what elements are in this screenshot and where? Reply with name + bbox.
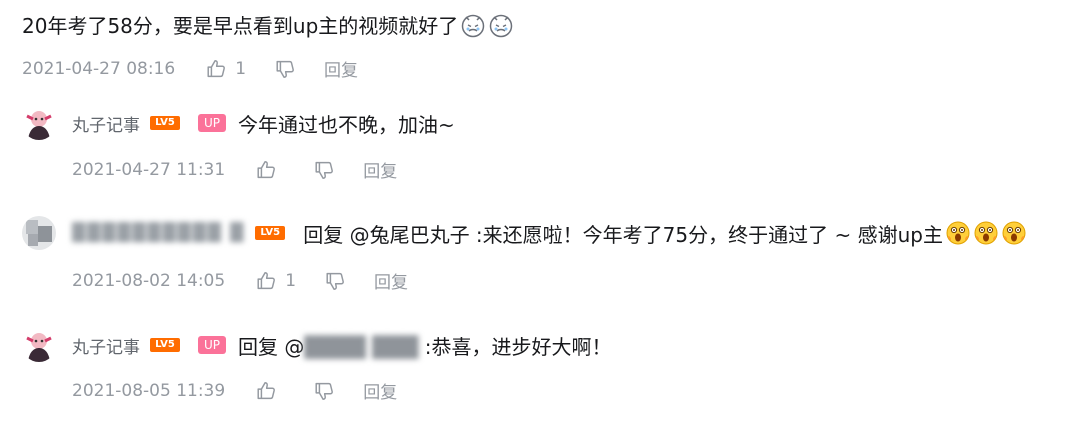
comment-time: 2021-04-27 08:16	[22, 58, 176, 79]
reply-time: 2021-04-27 11:31	[72, 159, 226, 180]
thumb-down-icon	[274, 58, 296, 80]
reply-item: 丸子记事 LV5 UP 今年通过也不晚，加油~	[22, 106, 455, 140]
dislike-button[interactable]	[313, 159, 335, 181]
reply-button[interactable]: 回复	[374, 268, 408, 293]
reply-text: :恭喜，进步好大啊！	[418, 334, 612, 359]
reply-prefix: 回复	[238, 334, 285, 359]
comment-meta: 2021-04-27 08:16 1 回复	[22, 56, 358, 82]
thumb-up-icon	[255, 159, 277, 181]
like-button[interactable]: 1	[205, 58, 246, 80]
avatar[interactable]	[22, 106, 56, 140]
username[interactable]: 丸子记事	[72, 111, 140, 136]
thumb-down-icon	[313, 380, 335, 402]
reply-content: 今年通过也不晚，加油~	[238, 112, 455, 137]
reply-button[interactable]: 回复	[324, 56, 358, 81]
dislike-button[interactable]	[324, 270, 346, 292]
like-button[interactable]	[255, 380, 285, 402]
reply-item: ██████████ █ LV5 回复 @兔尾巴丸子 :来还愿啦！今年考了75分…	[22, 216, 1027, 250]
reply-meta: 2021-08-05 11:39 回复	[72, 378, 397, 404]
reply-text: :来还愿啦！今年考了75分，终于通过了 ~ 感谢up主	[469, 222, 943, 247]
thumb-down-icon	[313, 159, 335, 181]
reply-time: 2021-08-02 14:05	[72, 270, 226, 291]
thumb-up-icon	[255, 380, 277, 402]
like-count: 1	[235, 58, 247, 79]
thumb-up-icon	[255, 270, 277, 292]
reply-content: 回复 @兔尾巴丸子 :来还愿啦！今年考了75分，终于通过了 ~ 感谢up主	[303, 219, 943, 248]
scream-face-icon	[1001, 220, 1027, 246]
comment-text: 20年考了58分，要是早点看到up主的视频就好了	[22, 12, 514, 40]
scream-face-icon	[973, 220, 999, 246]
mention-link[interactable]: @	[284, 335, 304, 359]
reply-meta: 2021-04-27 11:31 回复	[72, 157, 397, 183]
thumb-up-icon	[205, 58, 227, 80]
level-badge: LV5	[255, 226, 286, 240]
avatar[interactable]	[22, 328, 56, 362]
username[interactable]: 丸子记事	[72, 333, 140, 358]
reply-meta: 2021-08-02 14:05 1 回复	[72, 268, 408, 294]
reply-content: 回复 @████ ███ :恭喜，进步好大啊！	[238, 331, 612, 360]
reply-item: 丸子记事 LV5 UP 回复 @████ ███ :恭喜，进步好大啊！	[22, 328, 612, 362]
face-icon	[488, 12, 514, 38]
username[interactable]: ██████████ █	[72, 223, 245, 243]
avatar[interactable]	[22, 216, 56, 250]
mention-link[interactable]: @兔尾巴丸子	[350, 223, 470, 247]
face-icon	[460, 12, 486, 38]
like-button[interactable]	[255, 159, 285, 181]
level-badge: LV5	[150, 338, 180, 352]
reply-button[interactable]: 回复	[363, 157, 397, 182]
reply-button[interactable]: 回复	[363, 378, 397, 403]
dislike-button[interactable]	[313, 380, 335, 402]
blurred-name: ████ ███	[304, 334, 419, 359]
up-badge: UP	[198, 336, 226, 354]
reply-prefix: 回复	[303, 222, 350, 247]
like-count: 1	[285, 270, 297, 291]
comment-content: 20年考了58分，要是早点看到up主的视频就好了	[22, 14, 459, 38]
like-button[interactable]: 1	[255, 270, 296, 292]
up-badge: UP	[198, 114, 226, 132]
scream-face-icon	[945, 220, 971, 246]
reply-time: 2021-08-05 11:39	[72, 380, 226, 401]
level-badge: LV5	[150, 116, 180, 130]
thumb-down-icon	[324, 270, 346, 292]
dislike-button[interactable]	[274, 58, 296, 80]
